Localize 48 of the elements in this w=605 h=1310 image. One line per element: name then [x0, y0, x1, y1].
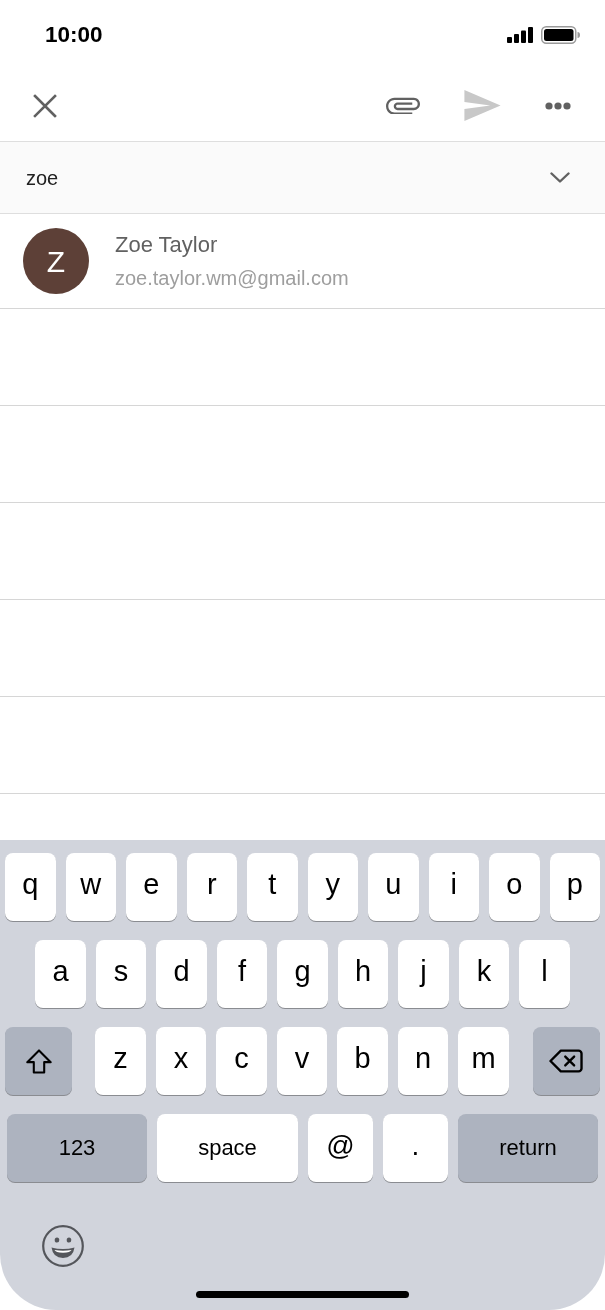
status-time: 10:00 — [45, 21, 103, 50]
key[interactable]: w — [65, 853, 116, 921]
key[interactable]: m — [458, 1027, 509, 1095]
key[interactable]: e — [126, 853, 177, 921]
backspace-key[interactable] — [532, 1027, 600, 1095]
contact-name: Zoe Taylor — [115, 232, 219, 258]
key[interactable]: c — [216, 1027, 267, 1095]
numbers-key[interactable]: 123 — [7, 1114, 147, 1182]
shift-key[interactable] — [5, 1027, 73, 1095]
key[interactable]: f — [216, 940, 268, 1008]
key[interactable]: d — [156, 940, 207, 1008]
key[interactable]: n — [397, 1027, 449, 1095]
key[interactable]: x — [155, 1027, 207, 1095]
chevron-down-icon — [550, 172, 570, 183]
key[interactable]: u — [368, 853, 419, 921]
smiley-icon — [42, 1225, 84, 1267]
key[interactable]: o — [489, 853, 540, 921]
key[interactable]: h — [337, 940, 389, 1008]
key[interactable]: a — [35, 940, 86, 1008]
key[interactable]: y — [307, 853, 358, 921]
key[interactable]: . — [383, 1114, 448, 1182]
key[interactable]: q — [5, 853, 56, 921]
shift-icon — [25, 1048, 52, 1074]
key[interactable]: s — [95, 940, 147, 1008]
backspace-icon — [549, 1049, 584, 1073]
key[interactable]: l — [519, 940, 570, 1008]
signal-icon — [507, 27, 533, 43]
key[interactable]: b — [337, 1027, 388, 1095]
key[interactable]: z — [95, 1027, 146, 1095]
more-icon — [545, 101, 571, 110]
return-key[interactable]: return — [458, 1114, 598, 1182]
key[interactable]: g — [277, 940, 328, 1008]
key[interactable]: p — [549, 853, 600, 921]
contact-avatar: Z — [23, 228, 89, 294]
contact-email: zoe.taylor.wm@gmail.com — [115, 266, 349, 290]
key[interactable]: j — [398, 940, 449, 1008]
key[interactable]: i — [428, 853, 479, 921]
key[interactable]: k — [458, 940, 510, 1008]
recipient-input[interactable]: zoe — [26, 162, 544, 193]
key[interactable]: r — [186, 853, 237, 921]
close-icon — [33, 93, 57, 118]
space-key[interactable]: space — [157, 1114, 298, 1182]
recipient-field[interactable]: zoe — [0, 141, 605, 214]
paperclip-icon — [386, 97, 420, 114]
key[interactable]: @ — [308, 1114, 373, 1182]
battery-icon — [541, 26, 580, 44]
key[interactable]: t — [247, 853, 298, 921]
key[interactable]: v — [276, 1027, 328, 1095]
